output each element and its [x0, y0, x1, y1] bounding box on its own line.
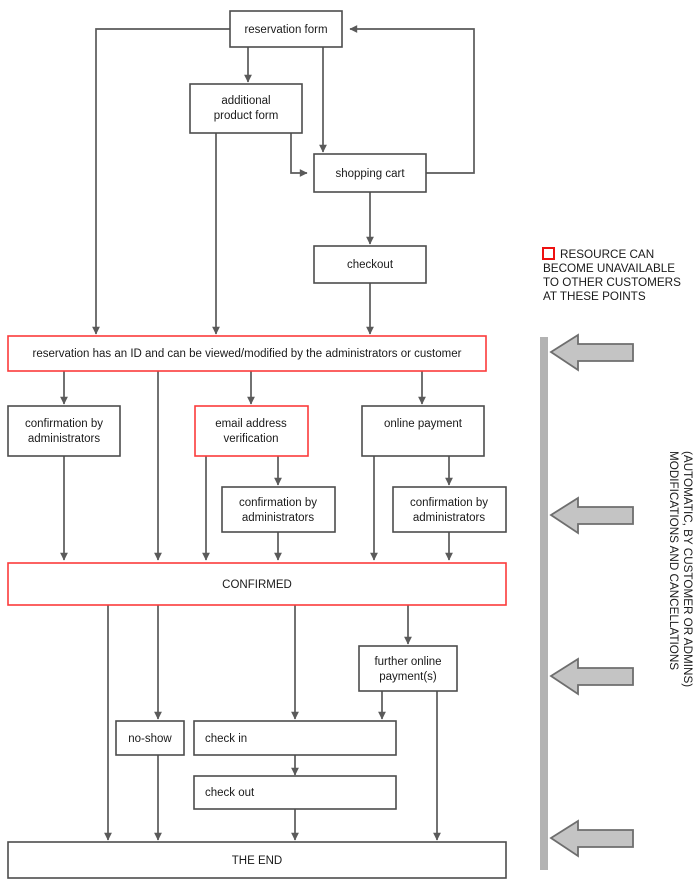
node-email-verification-label-line1: email address [215, 418, 287, 430]
nodes-layer: reservation form additional product form… [7, 10, 507, 879]
side-annotation-line-2: (AUTOMATIC, BY CUSTOMER OR ADMINS) [681, 451, 694, 687]
node-confirmation-admins-3-label-line1: confirmation by [410, 497, 488, 509]
node-confirmation-admins-3-label-line2: administrators [413, 512, 485, 524]
node-further-online-payment-label-line1: further online [374, 656, 441, 668]
node-checkout-label: checkout [347, 259, 394, 271]
node-reservation-id-label: reservation has an ID and can be viewed/… [33, 348, 462, 360]
node-confirmed[interactable]: CONFIRMED [7, 562, 507, 606]
side-annotation-line-1: MODIFICATIONS AND CANCELLATIONS [667, 451, 680, 670]
node-email-verification-label-line2: verification [224, 433, 279, 445]
node-online-payment-box[interactable] [361, 405, 485, 457]
node-confirmation-admins-2-box[interactable] [221, 486, 336, 533]
left-arrow-icon [549, 496, 634, 535]
node-the-end[interactable]: THE END [7, 841, 507, 879]
flowchart-canvas: reservation form additional product form… [0, 0, 697, 886]
node-shopping-cart-label: shopping cart [335, 168, 405, 180]
big-arrow-4 [549, 819, 634, 858]
node-confirmation-admins-3-box[interactable] [392, 486, 507, 533]
node-further-online-payment-label-line2: payment(s) [379, 671, 437, 683]
node-reservation-id[interactable]: reservation has an ID and can be viewed/… [7, 335, 487, 372]
node-additional-product-form-label-line1: additional [221, 95, 270, 107]
left-arrow-icon [549, 333, 634, 372]
big-arrow-1 [549, 333, 634, 372]
node-reservation-form[interactable]: reservation form [229, 10, 343, 48]
legend-line-4: AT THESE POINTS [543, 290, 646, 303]
flowchart-svg: reservation form additional product form… [7, 10, 694, 879]
modification-rail-bar [540, 337, 548, 870]
edge-reservation-to-id [92, 28, 230, 335]
node-further-online-payment-box[interactable] [358, 645, 458, 692]
node-confirmation-admins-1-label-line1: confirmation by [25, 418, 103, 430]
left-arrow-icon [549, 657, 634, 696]
node-confirmation-admins-2[interactable]: confirmation by administrators [221, 486, 336, 533]
node-shopping-cart[interactable]: shopping cart [313, 153, 427, 193]
node-further-online-payment[interactable]: further online payment(s) [358, 645, 458, 692]
edge-cart-back-to-reservation [349, 25, 475, 174]
node-confirmation-admins-1-label-line2: administrators [28, 433, 100, 445]
node-confirmation-admins-2-label-line2: administrators [242, 512, 314, 524]
modification-rail-group: MODIFICATIONS AND CANCELLATIONS (AUTOMAT… [540, 333, 694, 870]
big-arrow-3 [549, 657, 634, 696]
node-additional-product-form-box[interactable] [189, 83, 303, 134]
node-check-in[interactable]: check in [193, 720, 397, 756]
node-reservation-form-label: reservation form [244, 24, 327, 36]
big-arrow-2 [549, 496, 634, 535]
node-check-out[interactable]: check out [193, 775, 397, 810]
node-no-show-label: no-show [128, 733, 172, 745]
node-check-out-label: check out [205, 787, 255, 799]
node-additional-product-form-label-line2: product form [214, 110, 279, 122]
edge-additional-to-cart [290, 133, 308, 177]
node-checkout[interactable]: checkout [313, 245, 427, 284]
node-confirmation-admins-2-label-line1: confirmation by [239, 497, 317, 509]
node-confirmed-label: CONFIRMED [222, 579, 292, 591]
node-no-show[interactable]: no-show [115, 720, 185, 756]
node-email-verification-box[interactable] [194, 405, 309, 457]
node-online-payment-label: online payment [384, 418, 463, 430]
legend-line-3: TO OTHER CUSTOMERS [543, 276, 681, 289]
node-online-payment[interactable]: online payment [361, 405, 485, 457]
node-additional-product-form[interactable]: additional product form [189, 83, 303, 134]
legend: RESOURCE CAN BECOME UNAVAILABLE TO OTHER… [542, 247, 681, 303]
left-arrow-icon [549, 819, 634, 858]
node-the-end-label: THE END [232, 855, 282, 867]
node-confirmation-admins-1[interactable]: confirmation by administrators [7, 405, 121, 457]
legend-line-2: BECOME UNAVAILABLE [543, 262, 675, 275]
node-check-in-label: check in [205, 733, 247, 745]
node-confirmation-admins-3[interactable]: confirmation by administrators [392, 486, 507, 533]
legend-line-1: RESOURCE CAN [560, 248, 654, 261]
node-confirmation-admins-1-box[interactable] [7, 405, 121, 457]
legend-red-swatch-icon [542, 247, 555, 260]
node-email-verification[interactable]: email address verification [194, 405, 309, 457]
